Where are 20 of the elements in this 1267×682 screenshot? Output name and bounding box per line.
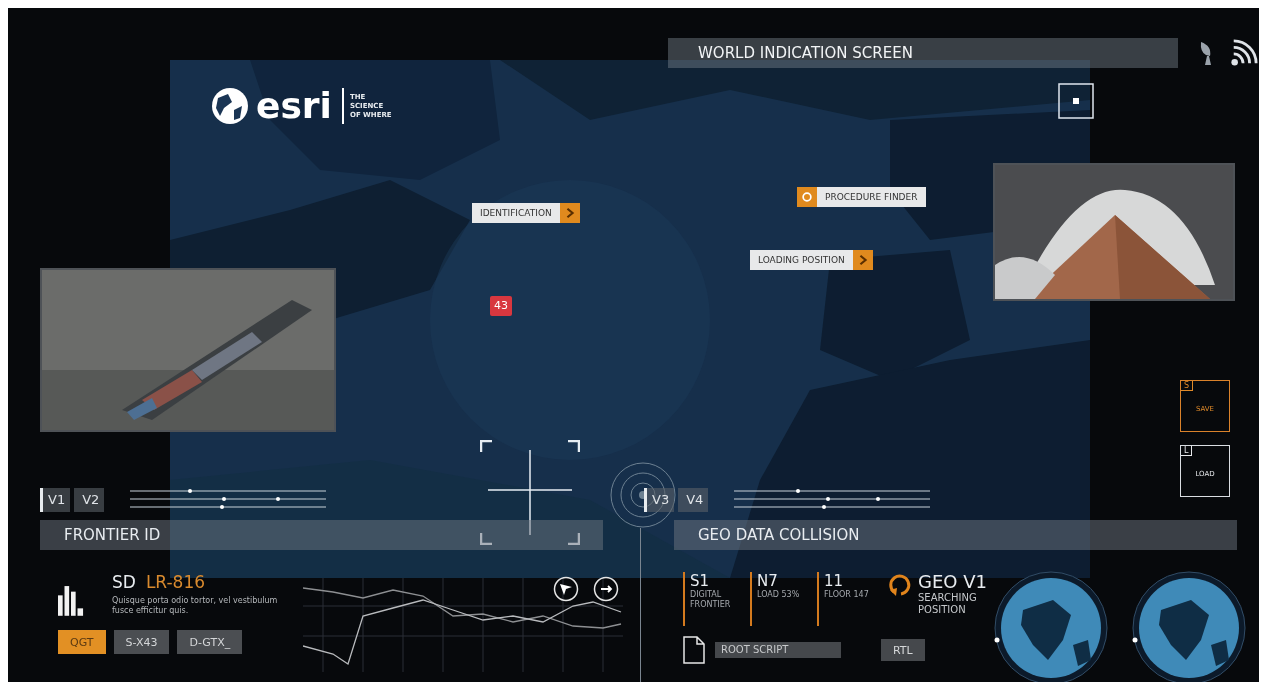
navigation-icon[interactable] [553,576,579,602]
mode-button[interactable]: D-GTX_ [177,630,243,654]
readout-description: Quisque porta odio tortor, vel vestibulum fusce efficitur quis. [112,596,279,616]
stat-caption: DIGITAL FRONTIER [690,590,732,610]
rtl-button[interactable]: RTL [881,639,925,661]
signal-icon [1230,39,1258,67]
mode-button[interactable]: QGT [58,630,106,654]
script-label: ROOT SCRIPT [715,642,841,658]
view-tab[interactable]: V2 [74,487,105,512]
mode-button[interactable]: S-X43 [113,630,170,654]
title-bar: WORLD INDICATION SCREEN [668,38,1178,68]
readout-code: LR-816 [145,572,206,592]
bar-chart-icon [58,584,84,616]
document-icon [683,636,705,664]
view-tab[interactable]: V1 [40,487,71,512]
geo-subtitle: SEARCHING POSITION [918,592,978,616]
arrow-circle-icon[interactable] [593,576,619,602]
stat-caption: FLOOR 147 [824,590,870,600]
stat-caption: LOAD 53% [757,590,801,600]
readout-prefix: SD [112,572,136,592]
